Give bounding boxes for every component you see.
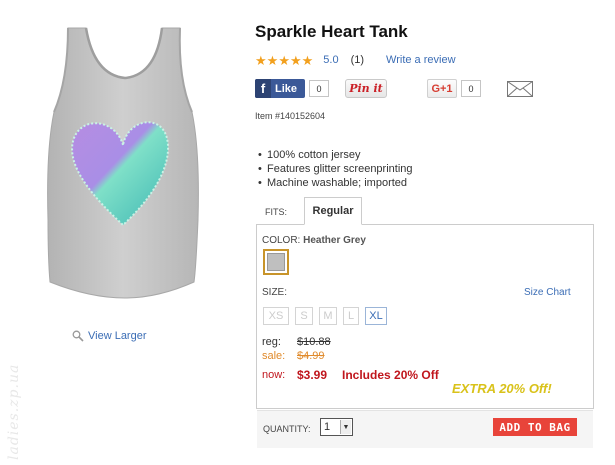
size-option-m[interactable]: M bbox=[319, 307, 337, 325]
email-icon[interactable] bbox=[507, 81, 533, 97]
list-item: • 100% cotton jersey bbox=[258, 149, 361, 161]
facebook-icon: f bbox=[255, 79, 271, 98]
rating-value[interactable]: 5.0 bbox=[323, 54, 338, 66]
view-larger-link[interactable]: View Larger bbox=[72, 330, 147, 342]
product-image[interactable] bbox=[28, 20, 218, 305]
size-option-l[interactable]: L bbox=[343, 307, 359, 325]
regular-price: $10.88 bbox=[297, 336, 331, 348]
pinterest-pin-button[interactable]: Pin it bbox=[345, 79, 387, 98]
list-item: • Machine washable; imported bbox=[258, 177, 408, 189]
size-options: XS S M L XL bbox=[263, 307, 387, 325]
watermark: ladies.zp.ua bbox=[6, 363, 22, 460]
size-label: SIZE: bbox=[262, 287, 288, 298]
now-price: $3.99 bbox=[297, 368, 328, 382]
regular-price-label: reg: bbox=[262, 336, 281, 348]
now-price-label: now: bbox=[262, 369, 286, 381]
write-review-link[interactable]: Write a review bbox=[386, 54, 455, 66]
star-rating: ★ ★ ★ ★ ★ bbox=[255, 54, 313, 67]
star-icon: ★ bbox=[301, 52, 314, 68]
item-number: Item #140152604 bbox=[255, 111, 326, 121]
feature-list: • 100% cotton jersey • Features glitter sc… bbox=[258, 148, 413, 190]
star-icon: ★ bbox=[289, 52, 302, 68]
size-option-xl[interactable]: XL bbox=[365, 307, 387, 325]
magnifier-icon bbox=[72, 330, 84, 342]
add-to-bag-button[interactable]: ADD TO BAG bbox=[493, 418, 577, 436]
facebook-like-button[interactable]: f Like bbox=[255, 79, 305, 98]
facebook-like-count: 0 bbox=[309, 80, 329, 97]
fits-label: FITS: bbox=[265, 207, 287, 217]
chevron-down-icon: ▼ bbox=[340, 420, 351, 434]
star-icon: ★ bbox=[266, 52, 279, 68]
tank-top-illustration bbox=[47, 27, 199, 299]
swatch-fill bbox=[267, 253, 285, 271]
view-larger-label[interactable]: View Larger bbox=[88, 330, 147, 342]
sale-price: $4.99 bbox=[297, 350, 325, 362]
extra-off-banner: EXTRA 20% Off! bbox=[452, 381, 552, 396]
color-value: Heather Grey bbox=[303, 235, 366, 246]
quantity-value: 1 bbox=[324, 421, 331, 433]
color-swatch-heather-grey[interactable] bbox=[263, 249, 289, 275]
size-option-xs[interactable]: XS bbox=[263, 307, 289, 325]
product-title: Sparkle Heart Tank bbox=[255, 22, 408, 41]
sale-price-label: sale: bbox=[262, 350, 286, 362]
google-plus-button[interactable]: G+1 bbox=[427, 79, 457, 98]
facebook-like-label: Like bbox=[275, 82, 298, 95]
tab-regular[interactable]: Regular bbox=[304, 197, 362, 225]
star-icon: ★ bbox=[278, 52, 290, 68]
rating-row: ★ ★ ★ ★ ★ 5.0 (1) Write a review bbox=[255, 52, 456, 68]
list-item: • Features glitter screenprinting bbox=[258, 163, 413, 175]
promo-note: Includes 20% Off bbox=[342, 368, 439, 382]
quantity-label: QUANTITY: bbox=[263, 424, 311, 434]
google-plus-count: 0 bbox=[461, 80, 481, 97]
rating-count: (1) bbox=[350, 54, 365, 66]
size-option-s[interactable]: S bbox=[295, 307, 313, 325]
star-icon: ★ bbox=[255, 52, 267, 68]
color-label: COLOR: Heather Grey bbox=[262, 235, 366, 246]
size-chart-link[interactable]: Size Chart bbox=[524, 287, 571, 298]
quantity-select[interactable]: 1 ▼ bbox=[320, 418, 353, 436]
